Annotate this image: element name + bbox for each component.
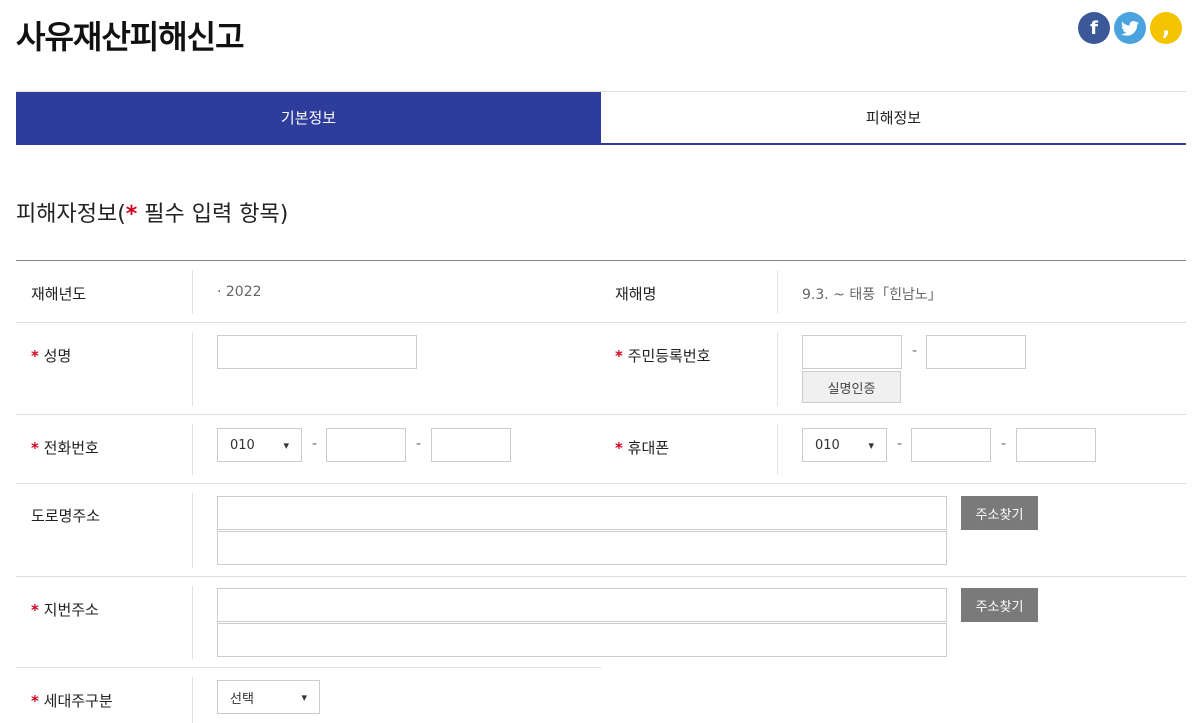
section-title: 피해자정보(* 필수 입력 항목)	[16, 196, 288, 228]
disaster-name-label: 재해명	[615, 285, 657, 303]
mobile-prefix-select[interactable]: 010 ▾	[802, 428, 887, 462]
chevron-down-icon: ▾	[868, 438, 874, 452]
household-type-label: * 세대주구분	[31, 690, 113, 711]
road-address-label: 도로명주소	[31, 507, 101, 525]
page-title: 사유재산피해신고	[16, 18, 245, 56]
lot-address-search-button[interactable]: 주소찾기	[961, 588, 1038, 622]
road-address-input[interactable]	[217, 496, 947, 530]
resident-number-back-input[interactable]	[926, 335, 1026, 369]
mobile-label-text: 휴대폰	[627, 439, 670, 457]
household-type-label-text: 세대주구분	[43, 692, 113, 710]
dash-separator: -	[897, 436, 903, 452]
phone-prefix-value: 010	[230, 437, 255, 453]
required-mark: *	[31, 439, 39, 457]
resident-number-label-text: 주민등록번호	[627, 347, 711, 365]
mobile-middle-input[interactable]	[911, 428, 991, 462]
section-title-prefix: 피해자정보(	[16, 202, 126, 227]
dash-separator: -	[1001, 436, 1007, 452]
name-label-text: 성명	[43, 347, 72, 365]
tab-basic-info[interactable]: 기본정보	[16, 92, 601, 143]
chevron-down-icon: ▾	[283, 438, 289, 452]
required-mark: *	[615, 439, 623, 457]
mobile-label: * 휴대폰	[615, 437, 669, 458]
mobile-last-input[interactable]	[1016, 428, 1096, 462]
kakaostory-icon[interactable]: ,	[1150, 12, 1182, 44]
form-row-lot-address: * 지번주소 주소찾기	[16, 577, 1186, 668]
resident-number-label: * 주민등록번호	[615, 345, 710, 366]
required-mark: *	[31, 692, 39, 710]
tab-damage-info[interactable]: 피해정보	[601, 92, 1186, 143]
name-input[interactable]	[217, 335, 417, 369]
phone-label-text: 전화번호	[43, 439, 99, 457]
disaster-year-value: · 2022	[217, 284, 262, 300]
household-type-select[interactable]: 선택 ▾	[217, 680, 320, 714]
dash-separator: -	[912, 343, 918, 359]
phone-last-input[interactable]	[431, 428, 511, 462]
lot-address-label: * 지번주소	[31, 599, 99, 620]
phone-label: * 전화번호	[31, 437, 99, 458]
form-row-identity: * 성명 * 주민등록번호 - 실명인증	[16, 323, 1186, 415]
form-row-disaster: 재해년도 · 2022 재해명 9.3. ~ 태풍「힌남노」	[16, 261, 1186, 323]
mobile-prefix-value: 010	[815, 437, 840, 453]
facebook-icon[interactable]: f	[1078, 12, 1110, 44]
victim-info-form: 재해년도 · 2022 재해명 9.3. ~ 태풍「힌남노」 * 성명 * 주민…	[16, 260, 1186, 723]
twitter-icon[interactable]	[1114, 12, 1146, 44]
disaster-name-value: 9.3. ~ 태풍「힌남노」	[802, 287, 942, 303]
dash-separator: -	[416, 436, 422, 452]
road-address-search-button[interactable]: 주소찾기	[961, 496, 1038, 530]
lot-address-detail-input[interactable]	[217, 623, 947, 657]
verify-name-button[interactable]: 실명인증	[802, 371, 901, 403]
disaster-year-label: 재해년도	[31, 285, 87, 303]
required-mark: *	[615, 347, 623, 365]
form-row-household: * 세대주구분 선택 ▾	[16, 668, 1186, 723]
lot-address-input[interactable]	[217, 588, 947, 622]
required-mark: *	[31, 601, 39, 619]
lot-address-label-text: 지번주소	[43, 601, 99, 619]
required-mark: *	[125, 202, 138, 227]
section-title-suffix: 필수 입력 항목)	[137, 202, 289, 227]
chevron-down-icon: ▾	[301, 690, 307, 704]
phone-middle-input[interactable]	[326, 428, 406, 462]
form-tabs: 기본정보 피해정보	[16, 91, 1186, 145]
form-row-road-address: 도로명주소 주소찾기	[16, 484, 1186, 577]
form-row-contact: * 전화번호 010 ▾ - - * 휴대폰 010 ▾ - -	[16, 415, 1186, 484]
name-label: * 성명	[31, 345, 71, 366]
household-type-value: 선택	[230, 691, 254, 707]
road-address-detail-input[interactable]	[217, 531, 947, 565]
resident-number-front-input[interactable]	[802, 335, 902, 369]
dash-separator: -	[312, 436, 318, 452]
social-share-bar: f ,	[1078, 12, 1182, 44]
phone-prefix-select[interactable]: 010 ▾	[217, 428, 302, 462]
required-mark: *	[31, 347, 39, 365]
